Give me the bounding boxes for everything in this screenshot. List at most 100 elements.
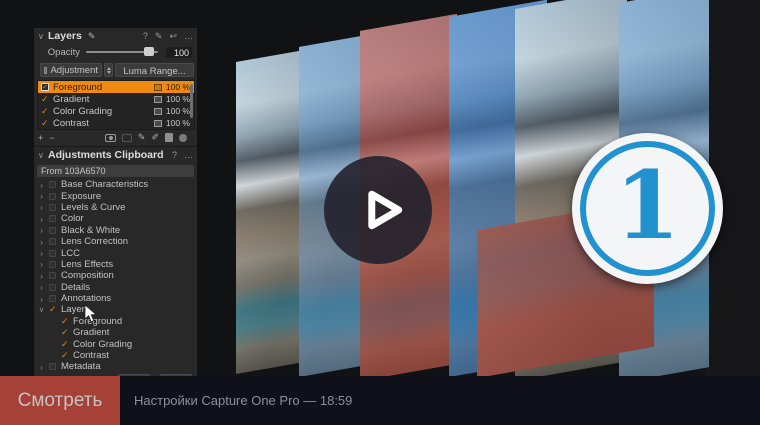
clipboard-row-lens-correction[interactable]: › Lens Correction [37,236,197,247]
clipboard-row-black-white[interactable]: › Black & White [37,225,197,236]
remove-layer-icon[interactable]: − [49,133,54,143]
clipboard-row-metadata[interactable]: › Metadata [37,361,197,372]
layer-opacity-value: 100 % [166,106,190,116]
draw-mask-brush-icon[interactable]: ✎ [138,132,146,143]
more-icon[interactable]: … [184,150,193,160]
row-check-icon[interactable]: ✓ [61,327,69,338]
clipboard-row-color[interactable]: › Color [37,213,197,224]
reset-icon[interactable]: ↩ [169,31,177,42]
layer-row-color-grading[interactable]: ✓ Color Grading 100 % [38,105,194,117]
layer-mask-thumbnail[interactable] [154,96,162,103]
stepper-down-icon [107,71,111,74]
row-checkbox[interactable] [49,204,56,211]
row-checkbox[interactable] [49,227,56,234]
row-check-icon[interactable]: ✓ [61,316,69,327]
expand-chevron-icon[interactable]: › [37,294,46,304]
expand-chevron-icon[interactable]: › [37,271,46,281]
gradient-mask-icon[interactable] [179,134,187,142]
row-label: Composition [61,270,114,281]
row-checkbox[interactable] [49,181,56,188]
expand-chevron-icon[interactable]: › [37,225,46,235]
expand-chevron-icon[interactable]: › [37,362,46,372]
clipboard-row-base-characteristics[interactable]: › Base Characteristics [37,179,197,190]
opacity-slider[interactable] [86,51,158,53]
collapse-chevron-icon[interactable]: ∨ [38,32,48,41]
layer-row-foreground[interactable]: ✓ Foreground 100 % [38,81,194,93]
expand-chevron-icon[interactable]: › [37,259,46,269]
opacity-label: Opacity [34,47,86,58]
expand-chevron-icon[interactable]: › [37,202,46,212]
layer-list-scrollbar[interactable] [190,84,193,118]
add-layer-icon[interactable]: + [38,133,43,143]
row-checkbox[interactable] [49,363,56,370]
more-icon[interactable]: … [184,31,193,41]
clipboard-row-lcc[interactable]: › LCC [37,247,197,258]
row-checkbox[interactable] [49,250,56,257]
layer-row-gradient[interactable]: ✓ Gradient 100 % [38,93,194,105]
row-checkbox[interactable] [49,284,56,291]
edit-icon[interactable]: ✎ [155,31,163,42]
erase-mask-icon[interactable]: ✐ [151,132,159,143]
fill-mask-icon[interactable] [165,133,173,142]
clipboard-row-layers-color-grading[interactable]: ✓ Color Grading [37,338,197,349]
clipboard-row-levels-curve[interactable]: › Levels & Curve [37,202,197,213]
row-label: Color Grading [73,339,132,350]
layer-check-icon[interactable]: ✓ [41,118,49,129]
row-checkbox[interactable] [49,272,56,279]
help-icon[interactable]: ? [172,150,177,160]
expand-chevron-icon[interactable]: › [37,282,46,292]
clipboard-row-layers-foreground[interactable]: ✓ Foreground [37,316,197,327]
row-check-icon[interactable]: ✓ [49,304,57,315]
clipboard-row-details[interactable]: › Details [37,282,197,293]
row-checkbox[interactable] [49,215,56,222]
expand-chevron-icon[interactable]: › [37,248,46,258]
opacity-slider-handle[interactable] [144,47,154,56]
layer-name: Foreground [53,82,154,93]
layer-mask-thumbnail[interactable] [154,84,162,91]
clipboard-list: › Base Characteristics › Exposure › Leve… [37,179,197,373]
clipboard-row-annotations[interactable]: › Annotations [37,293,197,304]
layer-mask-thumbnail[interactable] [154,120,162,127]
layer-name: Contrast [53,118,154,129]
clipboard-row-layers-contrast[interactable]: ✓ Contrast [37,350,197,361]
play-button[interactable] [324,156,432,264]
clipboard-row-composition[interactable]: › Composition [37,270,197,281]
collapse-chevron-icon[interactable]: ∨ [38,151,48,160]
collapse-chevron-icon[interactable]: ∨ [37,305,46,314]
clipboard-panel-header: ∨ Adjustments Clipboard ? … [34,147,197,163]
layer-check-icon[interactable]: ✓ [41,94,49,105]
clipboard-row-layers-group[interactable]: ∨ ✓ Layers [37,304,197,315]
invert-mask-icon[interactable] [122,134,132,142]
opacity-value[interactable]: 100 [166,47,192,58]
layers-panel-header: ∨ Layers ✎ ? ✎ ↩ … [34,28,197,44]
expand-chevron-icon[interactable]: › [37,180,46,190]
row-checkbox[interactable] [49,238,56,245]
display-mask-icon[interactable] [105,134,116,142]
row-checkbox[interactable] [49,193,56,200]
row-checkbox[interactable] [49,261,56,268]
adjustment-dropdown-label: Adjustment [50,65,98,76]
adjustment-stepper[interactable] [104,63,113,77]
clipboard-row-lens-effects[interactable]: › Lens Effects [37,259,197,270]
mask-mini-icon [44,67,47,74]
tool-panel: ∨ Layers ✎ ? ✎ ↩ … Opacity 100 Adjustmen… [34,28,197,378]
layer-mask-thumbnail[interactable] [154,108,162,115]
clipboard-row-layers-gradient[interactable]: ✓ Gradient [37,327,197,338]
watch-button[interactable]: Смотреть [0,376,120,425]
layer-check-icon[interactable]: ✓ [41,106,49,117]
row-checkbox[interactable] [49,295,56,302]
expand-chevron-icon[interactable]: › [37,191,46,201]
expand-chevron-icon[interactable]: › [37,214,46,224]
expand-chevron-icon[interactable]: › [37,237,46,247]
row-check-icon[interactable]: ✓ [61,350,69,361]
capture-one-logo: 1 [572,133,723,284]
row-check-icon[interactable]: ✓ [61,339,69,350]
clipboard-row-exposure[interactable]: › Exposure [37,190,197,201]
adjustment-dropdown[interactable]: Adjustment [40,63,102,77]
footer-bar: Смотреть Настройки Capture One Pro — 18:… [0,376,760,425]
help-icon[interactable]: ? [143,31,148,41]
brush-icon[interactable]: ✎ [88,31,96,42]
luma-range-button[interactable]: Luma Range... [115,63,194,77]
layer-row-contrast[interactable]: ✓ Contrast 100 % [38,117,194,129]
layer-checkbox[interactable]: ✓ [41,83,49,91]
